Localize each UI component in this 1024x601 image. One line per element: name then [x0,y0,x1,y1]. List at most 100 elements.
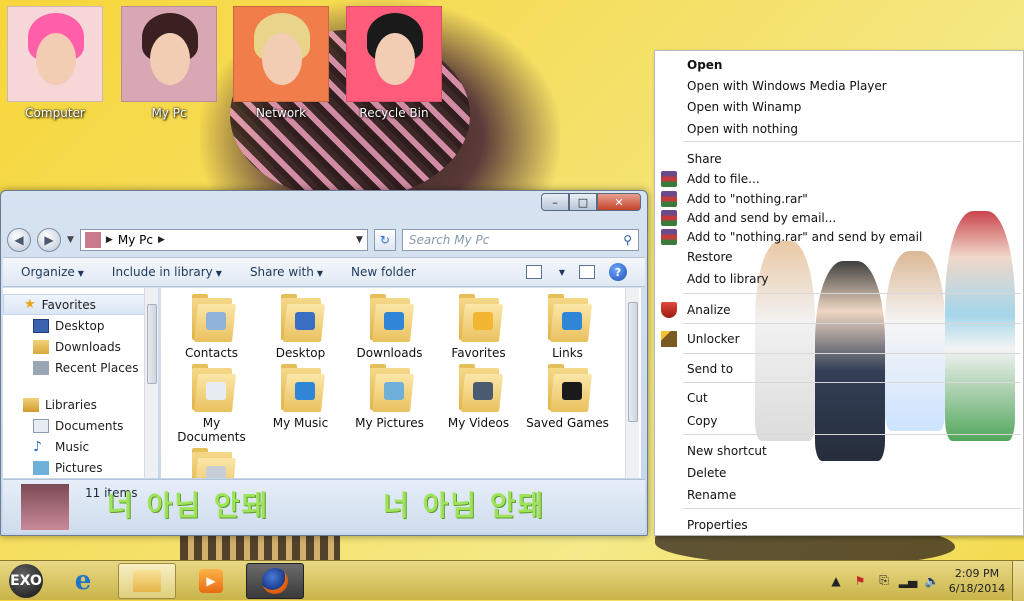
ctx-open-wmp[interactable]: Open with Windows Media Player [687,76,887,96]
ctx-share[interactable]: Share [687,149,722,169]
folder-item[interactable] [167,448,256,478]
folder-item[interactable]: Saved Games [523,364,612,444]
taskbar-media-player[interactable]: ▶ [182,563,240,599]
folder-item[interactable]: Links [523,294,612,360]
folder-item[interactable]: Downloads [345,294,434,360]
nav-libraries[interactable]: Libraries [3,394,158,415]
start-button[interactable]: EXO [4,562,48,600]
volume-icon[interactable]: 🔈 [924,573,940,589]
ctx-properties[interactable]: Properties [687,515,748,535]
desktop-icon-my-pc[interactable]: My Pc [120,6,218,120]
location-icon [84,232,101,248]
nav-desktop[interactable]: Desktop [3,315,158,336]
ctx-copy[interactable]: Copy [687,411,717,431]
antivirus-shield-icon [661,302,677,318]
ctx-open-nothing[interactable]: Open with nothing [687,119,798,139]
folder-item[interactable]: Desktop [256,294,345,360]
ctx-restore[interactable]: Restore [687,247,733,267]
nav-documents[interactable]: Documents [3,415,158,436]
preview-pane-icon[interactable] [579,265,595,279]
firefox-icon [262,567,288,594]
context-menu: Open Open with Windows Media Player Open w… [654,50,1024,536]
taskbar-internet-explorer[interactable]: e [54,563,112,599]
nav-scrollbar[interactable] [144,288,158,478]
desktop-icon-recycle-bin[interactable]: Recycle Bin [345,6,443,120]
action-center-flag-icon[interactable]: ⚑ [852,573,868,589]
desktop-icon-network[interactable]: Network [232,6,330,120]
ctx-add-to-file[interactable]: Add to file... [687,169,760,189]
ctx-add-to-rar[interactable]: Add to "nothing.rar" [687,189,808,209]
ctx-analize[interactable]: Analize [687,300,731,320]
folder-item[interactable]: My Documents [167,364,256,444]
search-icon[interactable]: ⚲ [623,233,632,247]
clock[interactable]: 2:09 PM 6/18/2014 [948,566,1006,596]
nav-favorites[interactable]: ★ Favorites [3,294,158,315]
desktop-icon [33,318,49,333]
recent-places-icon [33,360,49,375]
power-plug-icon[interactable]: ⎘ [876,573,892,589]
network-signal-icon[interactable]: ▂▄ [899,573,917,589]
folder-item[interactable]: My Music [256,364,345,444]
ctx-new-shortcut[interactable]: New shortcut [687,441,767,461]
refresh-button[interactable]: ↻ [373,229,396,251]
back-button[interactable]: ◀ [7,228,31,252]
show-hidden-icons[interactable]: ▲ [828,573,844,589]
address-bar[interactable]: ▶ My Pc ▶ ▼ [79,229,368,251]
ctx-add-rar-email[interactable]: Add to "nothing.rar" and send by email [687,227,922,247]
refresh-icon: ↻ [379,233,390,247]
address-dropdown[interactable]: ▼ [356,235,363,245]
file-scrollbar[interactable] [625,288,639,478]
desktop-icon-thumbnail [233,6,329,102]
ctx-add-and-email[interactable]: Add and send by email... [687,208,836,228]
view-dropdown[interactable]: ▼ [559,268,565,277]
taskbar-explorer[interactable] [118,562,176,599]
ctx-unlocker[interactable]: Unlocker [687,329,740,349]
desktop-icon-label: Network [255,106,307,120]
folder-item[interactable]: My Pictures [345,364,434,444]
folder-icon [190,364,236,412]
menu-separator [683,434,1021,435]
maximize-button[interactable]: □ [569,193,597,211]
search-input[interactable]: Search My Pc ⚲ [401,229,639,251]
ctx-open[interactable]: Open [687,55,722,75]
desktop-icon-computer[interactable]: Computer [6,6,104,120]
nav-scroll-thumb[interactable] [147,304,157,384]
breadcrumb-chevron-icon[interactable]: ▶ [106,235,113,245]
organize-menu[interactable]: Organize ▼ [21,265,84,279]
desktop-icon-label: Recycle Bin [359,106,429,120]
ctx-rename[interactable]: Rename [687,485,736,505]
nav-music[interactable]: ♪ Music [3,436,158,457]
forward-button[interactable]: ▶ [37,228,61,252]
view-options-icon[interactable] [525,265,542,279]
ctx-add-to-library[interactable]: Add to library [687,269,769,289]
nav-pictures[interactable]: Pictures [3,457,158,478]
star-icon: ★ [24,297,36,312]
folder-item[interactable]: Contacts [167,294,256,360]
breadcrumb-chevron-icon[interactable]: ▶ [158,235,165,245]
nav-downloads[interactable]: Downloads [3,336,158,357]
include-in-library-menu[interactable]: Include in library ▼ [112,265,222,279]
folder-item[interactable]: My Videos [434,364,523,444]
ctx-open-winamp[interactable]: Open with Winamp [687,97,801,117]
ctx-cut[interactable]: Cut [687,388,708,408]
ctx-send-to[interactable]: Send to [687,359,733,379]
start-orb-icon: EXO [9,563,43,598]
window-controls: – □ ✕ [541,193,641,211]
recent-pages-dropdown[interactable]: ▼ [67,235,74,245]
share-with-menu[interactable]: Share with ▼ [250,265,323,279]
ctx-delete[interactable]: Delete [687,463,726,483]
minimize-button[interactable]: – [541,193,569,211]
nav-recent-places[interactable]: Recent Places [3,357,158,378]
file-scroll-thumb[interactable] [628,302,638,422]
taskbar-firefox[interactable] [246,562,304,599]
close-button[interactable]: ✕ [597,193,641,211]
new-folder-button[interactable]: New folder [351,265,416,279]
korean-lettering: 너 아님 안돼 [383,489,546,522]
folder-label: Desktop [275,346,326,360]
help-icon[interactable]: ? [609,263,627,281]
folder-thumbnail [21,484,69,530]
folder-item[interactable]: Favorites [434,294,523,360]
show-desktop-button[interactable] [1012,560,1024,601]
explorer-window[interactable]: – □ ✕ ◀ ▶ ▼ ▶ My Pc ▶ ▼ ↻ Search My Pc ⚲… [0,190,648,536]
folder-icon [368,294,414,342]
